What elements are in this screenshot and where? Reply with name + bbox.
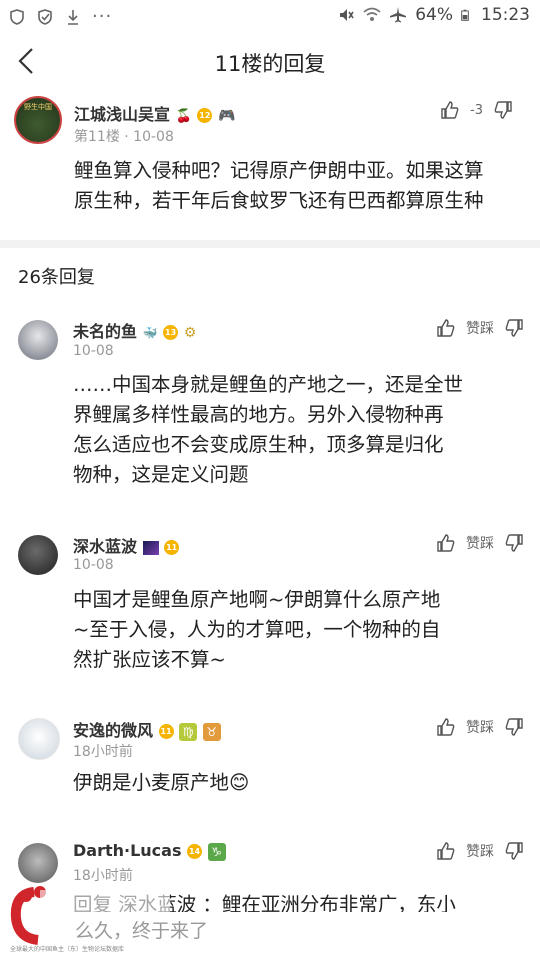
level-badge: 11	[158, 724, 174, 739]
avatar[interactable]	[18, 320, 58, 360]
airplane-icon	[390, 7, 407, 23]
battery-icon	[461, 9, 469, 21]
thumbs-down-icon[interactable]	[493, 100, 513, 120]
level-badge: 12	[197, 108, 213, 123]
thumbs-down-icon[interactable]	[504, 318, 524, 338]
shield-check-icon	[38, 8, 52, 25]
reply-author[interactable]: Darth·Lucas 14 ♑	[73, 841, 226, 861]
post-vote: -3	[440, 100, 513, 120]
post-floor-date: 第11楼 · 10-08	[74, 129, 174, 145]
avatar[interactable]: 野生中国	[14, 96, 62, 144]
settings-icon: ⚙	[183, 325, 197, 341]
vote-label: 赞踩	[466, 321, 494, 337]
shield-icon	[10, 8, 24, 25]
avatar[interactable]	[18, 535, 58, 575]
more-dots-icon: ···	[92, 6, 113, 27]
galaxy-icon	[142, 540, 159, 555]
reply-author[interactable]: 未名的鱼 🐳 13 ⚙	[73, 318, 196, 342]
thumbs-up-icon[interactable]	[436, 318, 456, 338]
vote-label: 赞踩	[466, 720, 494, 736]
reply-vote: 赞踩	[436, 841, 524, 861]
mute-icon	[340, 9, 354, 21]
watermark-text: 么久，终于来了	[75, 920, 209, 942]
section-divider	[0, 240, 540, 248]
post-content: 鲤鱼算入侵种吧？记得原产伊朗中亚。如果这算 原生种，若干年后食蚊罗飞还有巴西都算…	[74, 159, 484, 212]
page-title: 11楼的回复	[214, 52, 326, 76]
thumbs-down-icon[interactable]	[504, 533, 524, 553]
battery-percent: 64%	[415, 5, 453, 25]
vote-label: 赞踩	[466, 844, 494, 860]
thumbs-up-icon[interactable]	[440, 100, 460, 120]
thumbs-up-icon[interactable]	[436, 717, 456, 737]
level-badge: 14	[187, 844, 203, 859]
reply-content: 伊朗是小麦原产地😊	[73, 771, 250, 794]
vote-label: 赞踩	[466, 536, 494, 552]
thumbs-up-icon[interactable]	[436, 841, 456, 861]
title-bar: 11楼的回复	[0, 32, 540, 90]
taurus-icon: ♉	[202, 722, 221, 741]
watermark-caption: 全球最大的中国鱼主（东）生物论坛数据库	[10, 946, 125, 953]
level-badge: 13	[163, 325, 179, 340]
level-badge: 11	[164, 540, 180, 555]
avatar[interactable]	[18, 718, 60, 760]
reply-author[interactable]: 安逸的微风 11 ♍ ♉	[73, 717, 221, 741]
capricorn-icon: ♑	[207, 842, 226, 861]
reply-vote: 赞踩	[436, 717, 524, 737]
game-controller-icon: 🎮	[217, 108, 236, 124]
virgo-icon: ♍	[179, 722, 198, 741]
reply-content: ……中国本身就是鲤鱼的产地之一，还是全世 界鲤属多样性最高的地方。另外入侵物种再…	[73, 373, 464, 486]
thumbs-down-icon[interactable]	[504, 717, 524, 737]
reply-time: 10-08	[73, 557, 114, 573]
reply-count: 26条回复	[18, 267, 95, 288]
thumbs-up-icon[interactable]	[436, 533, 456, 553]
reply-vote: 赞踩	[436, 318, 524, 338]
cherry-icon: 🍒	[175, 109, 192, 124]
reply-vote: 赞踩	[436, 533, 524, 553]
download-icon	[68, 9, 78, 25]
reply-time: 10-08	[73, 343, 114, 359]
avatar[interactable]	[18, 843, 58, 883]
post-author[interactable]: 江城浅山吴宣 🍒 12 🎮	[74, 101, 235, 125]
vote-count: -3	[470, 102, 483, 118]
reply-time: 18小时前	[73, 744, 133, 760]
thumbs-down-icon[interactable]	[504, 841, 524, 861]
clock: 15:23	[481, 5, 530, 25]
status-bar: ··· 64% 15:23	[0, 0, 540, 32]
reply-author[interactable]: 深水蓝波 11	[73, 533, 180, 557]
wifi-icon	[363, 7, 381, 21]
reply-content: 中国才是鲤鱼原产地啊~伊朗算什么原产地 ~至于入侵，人为的才算吧，一个物种的自 …	[73, 588, 441, 671]
whale-icon: 🐳	[142, 326, 158, 340]
